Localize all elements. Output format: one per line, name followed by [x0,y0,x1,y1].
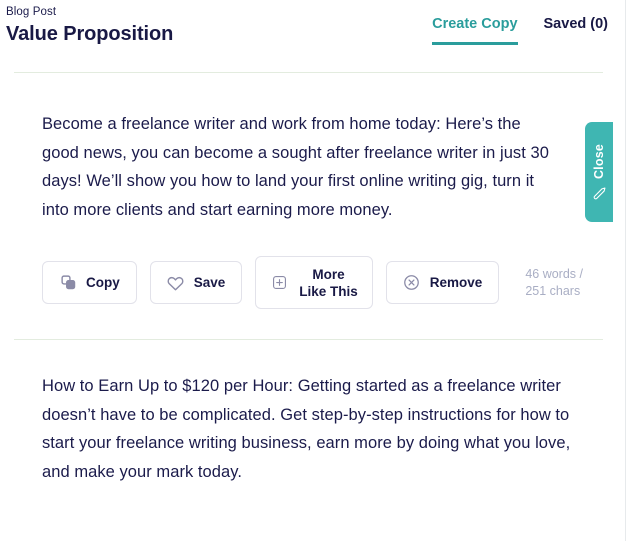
more-like-this-button[interactable]: More Like This [255,256,373,309]
close-circle-icon [403,274,421,292]
close-panel-tab-label: Close [592,144,606,180]
remove-button[interactable]: Remove [385,261,500,304]
close-panel-tab[interactable]: Close [585,122,613,222]
copy-button[interactable]: Copy [42,261,137,304]
remove-button-label: Remove [429,274,483,290]
copy-icon [59,274,77,292]
result-action-bar: Copy Save More Like This Remove 46 words… [42,256,595,309]
page-header: Blog Post Value Proposition Create Copy … [0,0,625,57]
tab-create-copy-label: Create Copy [432,16,518,32]
copy-button-label: Copy [86,274,120,290]
save-button[interactable]: Save [149,261,243,304]
heart-icon [167,274,185,292]
word-count-line2: 251 chars [525,283,581,298]
more-like-this-label-line2: Like This [299,283,358,299]
more-like-this-label-stack: More Like This [299,266,358,300]
plus-square-icon [270,274,288,292]
result-block: Become a freelance writer and work from … [0,73,625,309]
tab-saved[interactable]: Saved (0) [544,15,608,45]
save-button-label: Save [193,274,226,290]
more-like-this-label-line1: More [312,266,345,282]
word-count-label: 46 words / 251 chars [525,266,583,300]
word-count-line1: 46 words / [525,266,583,281]
app-root: Blog Post Value Proposition Create Copy … [0,0,626,541]
tab-bar: Create Copy Saved (0) [432,15,608,45]
generated-copy-text: Become a freelance writer and work from … [42,115,549,219]
result-block: How to Earn Up to $120 per Hour: Getting… [0,340,625,486]
generated-copy-text: How to Earn Up to $120 per Hour: Getting… [42,377,571,481]
pencil-icon [593,187,606,200]
tab-create-copy[interactable]: Create Copy [432,15,518,45]
tab-saved-label: Saved (0) [543,16,608,32]
